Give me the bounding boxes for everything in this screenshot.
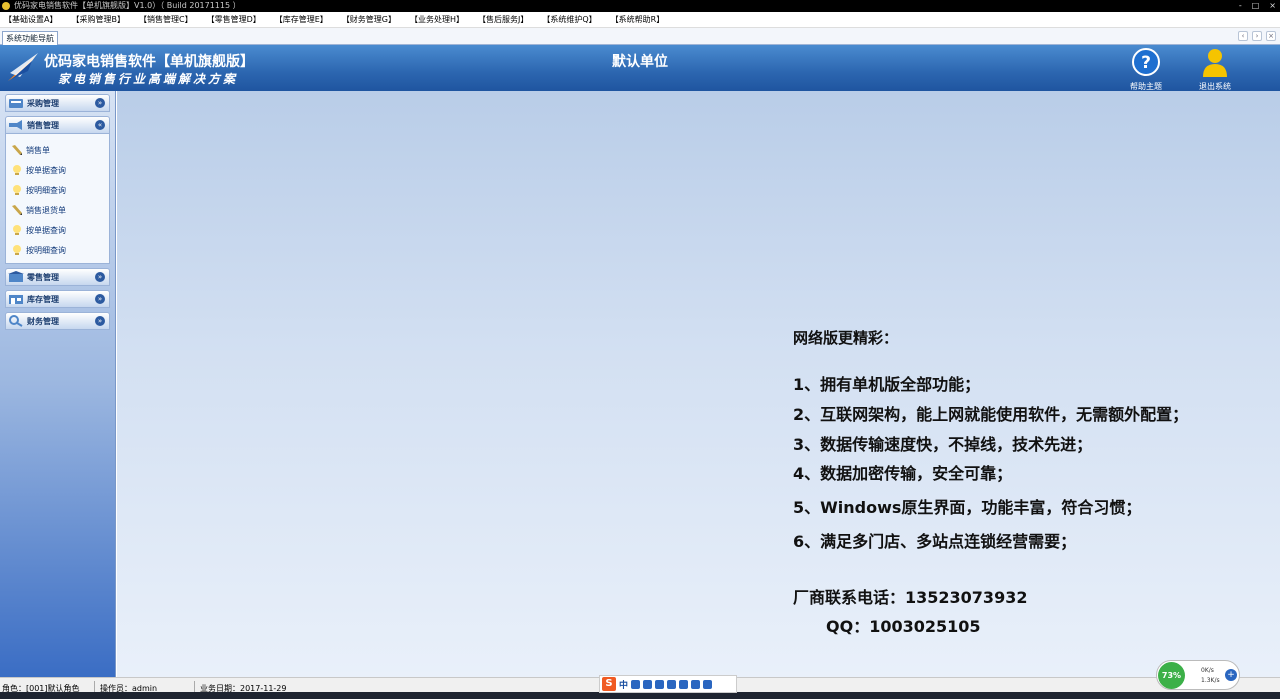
- promo-line-2: 2、互联网架构，能上网就能使用软件，无需额外配置；: [793, 405, 1189, 424]
- menu-business[interactable]: 【业务处理H】: [410, 14, 464, 25]
- emoji-icon[interactable]: [643, 679, 653, 689]
- sidebar-item-query-by-detail[interactable]: 按明细查询: [11, 183, 66, 197]
- sogou-ime-icon[interactable]: S: [602, 677, 616, 691]
- sidebar-panel-label: 零售管理: [27, 272, 59, 282]
- inventory-icon: [9, 295, 23, 304]
- sidebar-item-label: 按明细查询: [26, 185, 66, 195]
- tab-strip: 系统功能导航 ‹ › ×: [0, 28, 1280, 45]
- promo-contact-phone: 厂商联系电话：13523073932: [793, 588, 1028, 607]
- retail-icon: [8, 271, 24, 282]
- sidebar-panel-label: 财务管理: [27, 316, 59, 326]
- sidebar-panel-inventory[interactable]: 库存管理 »: [5, 290, 110, 308]
- window-titlebar: 优码家电销售软件【单机旗舰版】V1.0）（ Build 20171115 ） -…: [0, 0, 1280, 12]
- network-speed-widget[interactable]: 73% 0K/s 1.3K/s +: [1156, 660, 1240, 690]
- menu-after-sales[interactable]: 【售后服务J】: [478, 14, 528, 25]
- brand-logo-icon: [8, 53, 38, 81]
- help-topics-button[interactable]: ? 帮助主题: [1121, 47, 1171, 92]
- sidebar-item-label: 销售单: [26, 145, 50, 155]
- bulb-icon: [13, 165, 21, 175]
- accelerate-plus-icon[interactable]: +: [1225, 669, 1237, 681]
- sidebar-panel-purchase[interactable]: 采购管理 »: [5, 94, 110, 112]
- bulb-icon: [13, 185, 21, 195]
- sidebar-item-query-by-document[interactable]: 按单据查询: [11, 163, 66, 177]
- tab-prev-icon[interactable]: ‹: [1238, 31, 1248, 41]
- microphone-icon[interactable]: [655, 679, 665, 689]
- toolbox-icon[interactable]: [679, 679, 689, 689]
- menu-sales[interactable]: 【销售管理C】: [139, 14, 193, 25]
- window-controls: - □ ×: [1239, 0, 1276, 12]
- promo-block: 网络版更精彩： 1、拥有单机版全部功能； 2、互联网架构，能上网就能使用软件，无…: [793, 327, 1188, 636]
- memory-usage-gauge: 73%: [1158, 662, 1185, 689]
- brand-slogan: 家电销售行业高端解决方案: [58, 72, 239, 86]
- finance-icon: [9, 315, 23, 327]
- minimize-button[interactable]: -: [1239, 0, 1242, 12]
- skin-icon[interactable]: [691, 679, 701, 689]
- sidebar-panel-sales[interactable]: 销售管理 «: [5, 116, 110, 134]
- menu-purchase[interactable]: 【采购管理B】: [71, 14, 125, 25]
- sidebar-item-label: 按单据查询: [26, 165, 66, 175]
- pen-icon: [12, 205, 22, 215]
- menu-system-maintenance[interactable]: 【系统维护Q】: [542, 14, 596, 25]
- sidebar-item-label: 按明细查询: [26, 245, 66, 255]
- keyboard-icon[interactable]: [667, 679, 677, 689]
- bulb-icon: [13, 245, 21, 255]
- download-speed: 1.3K/s: [1201, 677, 1220, 684]
- promo-contact-qq: QQ：1003025105: [826, 617, 981, 636]
- ime-mode-toggle[interactable]: 中: [619, 678, 628, 691]
- menu-basic-settings[interactable]: 【基础设置A】: [4, 14, 57, 25]
- sidebar-panel-label: 销售管理: [27, 120, 59, 130]
- settings-wrench-icon[interactable]: [703, 679, 713, 689]
- menu-inventory[interactable]: 【库存管理E】: [275, 14, 328, 25]
- chevron-down-icon[interactable]: »: [95, 294, 105, 304]
- brand-name: 优码家电销售软件【单机旗舰版】: [44, 54, 254, 70]
- tab-next-icon[interactable]: ›: [1252, 31, 1262, 41]
- header-banner: 优码家电销售软件【单机旗舰版】 家电销售行业高端解决方案 默认单位 ? 帮助主题…: [0, 45, 1280, 91]
- close-button[interactable]: ×: [1269, 0, 1276, 12]
- menubar: 【基础设置A】 【采购管理B】 【销售管理C】 【零售管理D】 【库存管理E】 …: [0, 12, 1280, 28]
- sidebar-item-return-query-by-detail[interactable]: 按明细查询: [11, 243, 66, 257]
- pen-icon: [12, 145, 22, 155]
- sidebar-panel-finance[interactable]: 财务管理 »: [5, 312, 110, 330]
- maximize-button[interactable]: □: [1252, 0, 1260, 12]
- purchase-icon: [9, 99, 23, 108]
- chevron-down-icon[interactable]: »: [95, 98, 105, 108]
- menu-retail[interactable]: 【零售管理D】: [207, 14, 261, 25]
- sidebar-item-sales-order[interactable]: 销售单: [11, 143, 50, 157]
- app-icon: [2, 2, 10, 10]
- menu-finance[interactable]: 【财务管理G】: [342, 14, 396, 25]
- sidebar-panel-label: 库存管理: [27, 294, 59, 304]
- chevron-up-icon[interactable]: «: [95, 120, 105, 130]
- upload-speed: 0K/s: [1201, 667, 1214, 674]
- window-title: 优码家电销售软件【单机旗舰版】V1.0）（ Build 20171115 ）: [14, 1, 241, 10]
- menu-system-help[interactable]: 【系统帮助R】: [611, 14, 665, 25]
- promo-line-4: 4、数据加密传输，安全可靠；: [793, 464, 1013, 483]
- sidebar-panel-retail[interactable]: 零售管理 »: [5, 268, 110, 286]
- help-icon: ?: [1132, 48, 1160, 76]
- company-name: 默认单位: [612, 54, 668, 70]
- os-taskbar: [0, 692, 1280, 699]
- bulb-icon: [13, 225, 21, 235]
- user-exit-icon: [1203, 49, 1227, 77]
- svg-text:?: ?: [1141, 53, 1151, 73]
- sidebar-item-sales-return[interactable]: 销售退货单: [11, 203, 66, 217]
- promo-line-3: 3、数据传输速度快，不掉线，技术先进；: [793, 435, 1093, 454]
- sidebar-item-label: 按单据查询: [26, 225, 66, 235]
- sidebar-item-label: 销售退货单: [26, 205, 66, 215]
- chevron-down-icon[interactable]: »: [95, 316, 105, 326]
- tab-controls: ‹ › ×: [1238, 31, 1276, 41]
- sidebar-panel-label: 采购管理: [27, 98, 59, 108]
- exit-system-button[interactable]: 退出系统: [1190, 47, 1240, 92]
- punctuation-icon[interactable]: [631, 679, 641, 689]
- promo-line-6: 6、满足多门店、多站点连锁经营需要；: [793, 532, 1077, 551]
- sidebar-item-return-query-by-document[interactable]: 按单据查询: [11, 223, 66, 237]
- chevron-down-icon[interactable]: »: [95, 272, 105, 282]
- main-content-area: 网络版更精彩： 1、拥有单机版全部功能； 2、互联网架构，能上网就能使用软件，无…: [117, 91, 1280, 677]
- sales-icon: [9, 120, 22, 130]
- ime-toolbar: S 中: [599, 675, 737, 693]
- tab-system-navigation[interactable]: 系统功能导航: [2, 31, 58, 45]
- promo-line-1: 1、拥有单机版全部功能；: [793, 375, 981, 394]
- promo-line-5: 5、Windows原生界面，功能丰富，符合习惯；: [793, 498, 1142, 517]
- tab-close-icon[interactable]: ×: [1266, 31, 1276, 41]
- promo-title: 网络版更精彩：: [793, 329, 899, 347]
